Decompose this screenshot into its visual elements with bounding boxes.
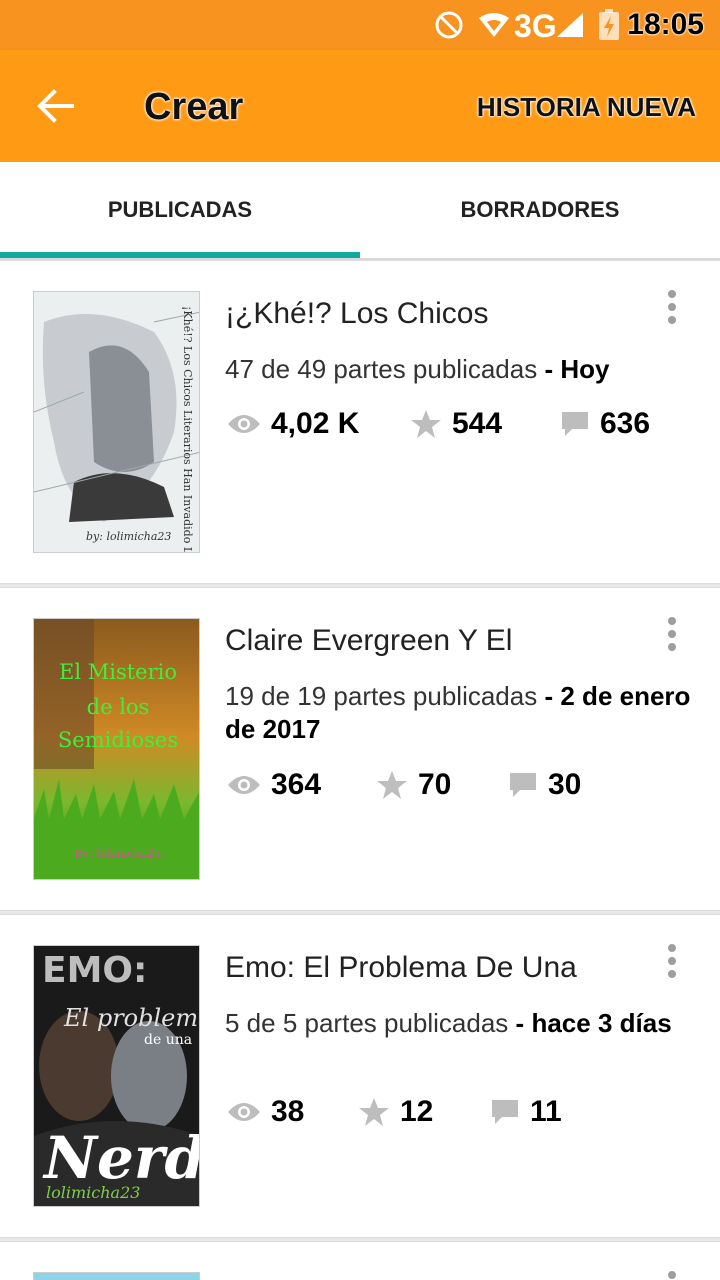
cover-author-text: by: lolimicha23 xyxy=(86,530,171,543)
story-parts: 47 de 49 partes publicadas - Hoy xyxy=(225,353,705,386)
network-type: 3G xyxy=(514,8,557,44)
star-icon xyxy=(411,410,441,438)
back-arrow-icon[interactable] xyxy=(28,78,84,134)
separator: - xyxy=(544,681,554,711)
story-card[interactable]: ¡Khé!? Los Chicos Literarios Han Invadid… xyxy=(0,260,720,584)
cover-title-line4: Nerd xyxy=(42,1124,200,1192)
eye-icon xyxy=(228,776,260,794)
app-bar: Crear HISTORIA NUEVA xyxy=(0,50,720,162)
votes-count: 70 xyxy=(418,768,452,801)
cover-title-line3: Semidioses xyxy=(58,728,178,752)
more-options-icon[interactable] xyxy=(662,943,682,979)
eye-icon xyxy=(228,415,260,433)
comment-icon xyxy=(510,773,536,797)
star-icon xyxy=(377,771,407,799)
comments-count: 30 xyxy=(548,768,582,801)
active-tab-indicator xyxy=(0,252,360,258)
eye-icon xyxy=(228,1103,260,1121)
views-count: 364 xyxy=(271,768,322,801)
new-story-button[interactable]: HISTORIA NUEVA xyxy=(477,92,696,123)
more-options-icon[interactable] xyxy=(662,289,682,325)
battery-charging-icon xyxy=(599,9,619,40)
story-list: ¡Khé!? Los Chicos Literarios Han Invadid… xyxy=(0,260,720,1280)
story-parts: 5 de 5 partes publicadas - hace 3 días xyxy=(225,1007,715,1040)
cover-author-text: By: lolimicha23 xyxy=(75,847,161,860)
cover-author-text: lolimicha23 xyxy=(46,1183,140,1202)
tab-published[interactable]: PUBLICADAS xyxy=(0,162,360,258)
votes-count: 544 xyxy=(452,407,503,440)
parts-count: 5 de 5 partes publicadas xyxy=(225,1008,509,1038)
comments-stat: 636 xyxy=(560,407,650,441)
parts-count: 19 de 19 partes publicadas xyxy=(225,681,538,711)
wifi-icon xyxy=(479,13,509,37)
story-cover: EMO: El problema de una Nerd lolimicha23 xyxy=(33,945,200,1207)
star-icon xyxy=(359,1098,389,1126)
separator: - xyxy=(515,1008,525,1038)
tab-bar: PUBLICADAS BORRADORES xyxy=(0,162,720,260)
story-cover: ¡Khé!? Los Chicos Literarios Han Invadid… xyxy=(33,291,200,553)
story-cover xyxy=(33,1272,200,1280)
story-title: ¡¿Khé!? Los Chicos xyxy=(225,297,489,330)
updated-date: hace 3 días xyxy=(531,1008,672,1038)
more-options-icon[interactable] xyxy=(662,1270,682,1280)
cover-title-text: ¡Khé!? Los Chicos Literarios Han Invadid… xyxy=(181,306,194,553)
comment-icon xyxy=(492,1100,518,1124)
views-stat: 38 xyxy=(227,1095,304,1129)
cover-title-line2: El problema xyxy=(63,1004,200,1032)
story-card[interactable]: El Misterio de los Semidioses By: lolimi… xyxy=(0,587,720,911)
cover-title-line2: de los xyxy=(87,695,150,719)
votes-stat: 12 xyxy=(358,1095,433,1129)
page-title: Crear xyxy=(144,86,244,128)
votes-count: 12 xyxy=(400,1095,434,1128)
comments-stat: 30 xyxy=(508,768,581,802)
votes-stat: 544 xyxy=(410,407,502,441)
clock: 18:05 xyxy=(627,8,704,41)
tab-drafts[interactable]: BORRADORES xyxy=(360,162,720,258)
story-title: Emo: El Problema De Una xyxy=(225,951,577,984)
story-parts: 19 de 19 partes publicadas - 2 de enero … xyxy=(225,680,705,746)
signal-icon xyxy=(557,13,583,37)
views-stat: 364 xyxy=(227,768,321,802)
separator: - xyxy=(544,354,554,384)
cover-title-line1: El Misterio xyxy=(59,660,177,684)
story-title: Claire Evergreen Y El xyxy=(225,624,513,657)
comments-stat: 11 xyxy=(490,1095,562,1129)
updated-date: Hoy xyxy=(560,354,610,384)
comments-count: 636 xyxy=(600,407,651,440)
votes-stat: 70 xyxy=(376,768,451,802)
comment-icon xyxy=(562,412,588,436)
cover-title-line1: EMO: xyxy=(42,950,147,991)
more-options-icon[interactable] xyxy=(662,616,682,652)
views-count: 38 xyxy=(271,1095,305,1128)
status-bar: 3G 18:05 xyxy=(0,0,720,50)
story-card[interactable] xyxy=(0,1241,720,1280)
views-stat: 4,02 K xyxy=(227,407,359,441)
parts-count: 47 de 49 partes publicadas xyxy=(225,354,538,384)
do-not-disturb-icon xyxy=(435,11,463,39)
comments-count: 11 xyxy=(530,1095,562,1128)
views-count: 4,02 K xyxy=(271,407,360,440)
cover-title-line3: de una xyxy=(144,1032,192,1048)
story-card[interactable]: EMO: El problema de una Nerd lolimicha23… xyxy=(0,914,720,1238)
story-cover: El Misterio de los Semidioses By: lolimi… xyxy=(33,618,200,880)
